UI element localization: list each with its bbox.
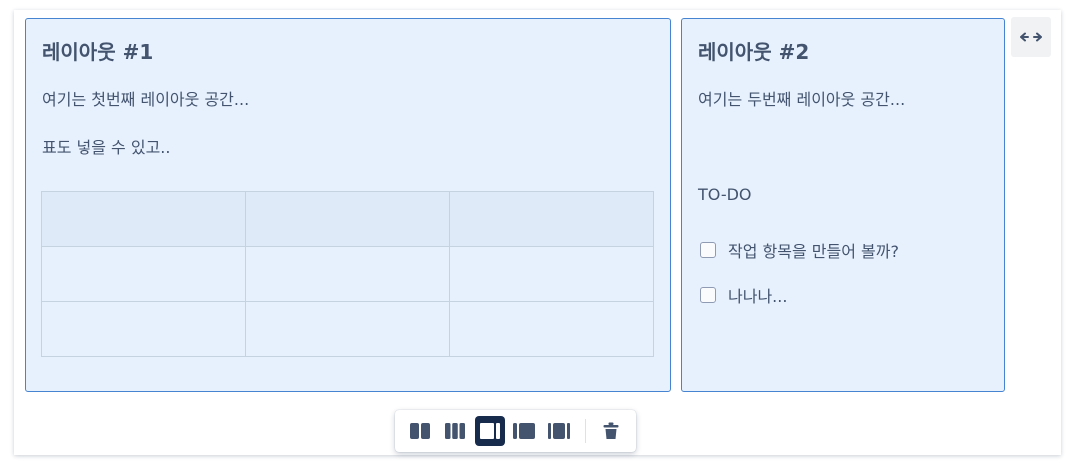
delete-layout-button[interactable] (595, 415, 627, 447)
table-row (41, 246, 654, 302)
expand-width-button[interactable] (1011, 17, 1051, 57)
table-header-cell[interactable] (449, 191, 654, 247)
task-item: 작업 항목을 만들어 볼까? (700, 238, 899, 262)
table-cell[interactable] (449, 301, 654, 357)
layout-1-text-1[interactable]: 여기는 첫번째 레이아웃 공간... (42, 86, 249, 110)
table-cell[interactable] (245, 246, 450, 302)
toolbar-divider (585, 419, 586, 443)
two-columns-button[interactable] (404, 415, 436, 447)
three-columns-with-sidebars-icon (548, 423, 570, 439)
right-sidebar-icon (475, 416, 505, 446)
table-row (41, 301, 654, 357)
task-label[interactable]: 나나나... (728, 283, 787, 307)
layout-column-2[interactable]: 레이아웃 #2 여기는 두번째 레이아웃 공간... TO-DO 작업 항목을 … (681, 18, 1005, 392)
layout-1-heading[interactable]: 레이아웃 #1 (42, 36, 153, 65)
todo-title[interactable]: TO-DO (698, 185, 752, 204)
table-cell[interactable] (41, 246, 246, 302)
task-item: 나나나... (700, 283, 787, 307)
three-columns-button[interactable] (439, 415, 471, 447)
layout-2-text-1[interactable]: 여기는 두번째 레이아웃 공간... (698, 86, 905, 110)
layout-2-heading[interactable]: 레이아웃 #2 (698, 36, 809, 65)
right-sidebar-button[interactable] (474, 415, 506, 447)
table-cell[interactable] (245, 301, 450, 357)
two-columns-icon (410, 423, 430, 439)
task-label[interactable]: 작업 항목을 만들어 볼까? (728, 238, 899, 262)
task-checkbox[interactable] (700, 242, 716, 258)
table-row (41, 191, 654, 247)
three-columns-with-sidebars-button[interactable] (543, 415, 575, 447)
trash-icon (603, 422, 619, 439)
expand-width-icon (1020, 32, 1042, 42)
table-header-cell[interactable] (41, 191, 246, 247)
left-sidebar-button[interactable] (508, 415, 540, 447)
table-cell[interactable] (449, 246, 654, 302)
table-header-cell[interactable] (245, 191, 450, 247)
left-sidebar-icon (513, 423, 535, 439)
layout-1-table[interactable] (41, 191, 654, 357)
three-columns-icon (445, 423, 465, 439)
table-cell[interactable] (41, 301, 246, 357)
layout-1-text-2[interactable]: 표도 넣을 수 있고.. (42, 134, 170, 158)
layout-column-1[interactable]: 레이아웃 #1 여기는 첫번째 레이아웃 공간... 표도 넣을 수 있고.. (25, 18, 671, 392)
task-checkbox[interactable] (700, 287, 716, 303)
layout-toolbar (395, 410, 636, 452)
